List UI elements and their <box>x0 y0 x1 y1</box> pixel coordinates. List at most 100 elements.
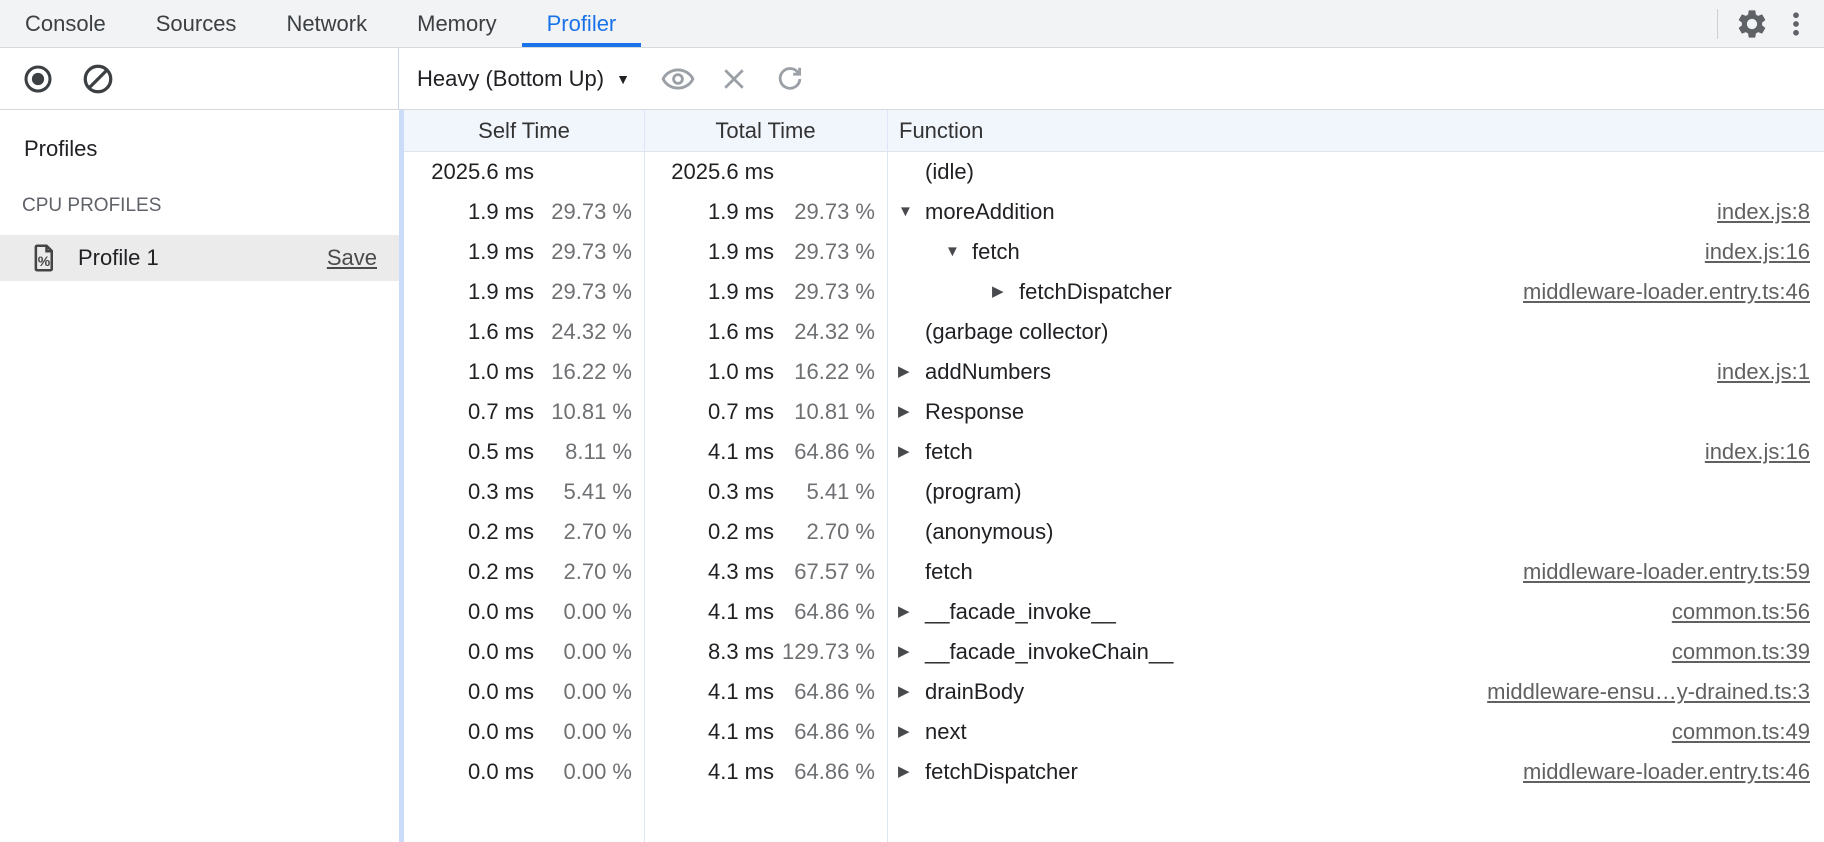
self-time-cell: 0.0 ms 0.00 % <box>404 632 644 672</box>
disclosure-triangle-icon[interactable]: ▶ <box>898 672 925 712</box>
self-time-ms: 1.6 ms <box>408 312 534 352</box>
refresh-icon[interactable] <box>768 57 812 101</box>
save-link[interactable]: Save <box>327 245 377 271</box>
function-name: (idle) <box>925 152 974 192</box>
total-time-ms: 8.3 ms <box>648 632 774 672</box>
total-time-percent: 64.86 % <box>774 672 887 712</box>
table-row[interactable]: 1.9 ms 29.73 % 1.9 ms 29.73 % ▼ moreAddi… <box>404 192 1824 232</box>
tab-console[interactable]: Console <box>0 0 131 47</box>
self-time-percent: 8.11 % <box>534 432 644 472</box>
total-time-ms: 1.9 ms <box>648 232 774 272</box>
source-link[interactable]: middleware-loader.entry.ts:46 <box>1523 752 1824 792</box>
total-time-cell: 1.0 ms 16.22 % <box>644 352 887 392</box>
table-row[interactable]: 1.6 ms 24.32 % 1.6 ms 24.32 % (garbage c… <box>404 312 1824 352</box>
tab-profiler[interactable]: Profiler <box>522 0 642 47</box>
total-time-ms: 1.0 ms <box>648 352 774 392</box>
disclosure-triangle-icon[interactable]: ▶ <box>898 352 925 392</box>
total-time-percent: 64.86 % <box>774 592 887 632</box>
table-row[interactable]: 0.7 ms 10.81 % 0.7 ms 10.81 % ▶ Response <box>404 392 1824 432</box>
cpu-profiles-section-label: CPU PROFILES <box>22 194 399 218</box>
kebab-menu-icon[interactable] <box>1774 2 1818 46</box>
total-time-cell: 0.2 ms 2.70 % <box>644 512 887 552</box>
clear-block-icon[interactable] <box>76 57 120 101</box>
self-time-percent <box>534 152 644 192</box>
table-row[interactable]: 0.2 ms 2.70 % 0.2 ms 2.70 % (anonymous) <box>404 512 1824 552</box>
record-icon[interactable] <box>16 57 60 101</box>
table-row[interactable]: 0.0 ms 0.00 % 4.1 ms 64.86 % ▶ __facade_… <box>404 592 1824 632</box>
close-icon[interactable] <box>712 57 756 101</box>
table-row[interactable]: 1.0 ms 16.22 % 1.0 ms 16.22 % ▶ addNumbe… <box>404 352 1824 392</box>
disclosure-triangle-icon[interactable]: ▶ <box>898 632 925 672</box>
source-link[interactable]: middleware-loader.entry.ts:46 <box>1523 272 1824 312</box>
column-header-self-time[interactable]: Self Time <box>404 110 644 151</box>
disclosure-triangle-icon[interactable]: ▶ <box>898 432 925 472</box>
source-link[interactable]: index.js:16 <box>1705 432 1824 472</box>
column-divider[interactable] <box>887 110 888 842</box>
sidebar-heading: Profiles <box>24 134 399 164</box>
profile-name: Profile 1 <box>78 245 159 271</box>
toolbar-divider <box>1717 9 1718 39</box>
column-header-total-time[interactable]: Total Time <box>644 110 887 151</box>
self-time-cell: 0.5 ms 8.11 % <box>404 432 644 472</box>
total-time-ms: 1.9 ms <box>648 272 774 312</box>
source-link[interactable]: middleware-loader.entry.ts:59 <box>1523 552 1824 592</box>
total-time-percent <box>774 152 887 192</box>
table-row[interactable]: 0.5 ms 8.11 % 4.1 ms 64.86 % ▶ fetch ind… <box>404 432 1824 472</box>
table-row[interactable]: 0.0 ms 0.00 % 4.1 ms 64.86 % ▶ next comm… <box>404 712 1824 752</box>
source-link[interactable]: index.js:8 <box>1717 192 1824 232</box>
self-time-percent: 0.00 % <box>534 712 644 752</box>
function-cell: ▶ fetchDispatcher middleware-loader.entr… <box>887 752 1824 792</box>
source-link[interactable]: index.js:16 <box>1705 232 1824 272</box>
tab-network[interactable]: Network <box>261 0 392 47</box>
eye-icon[interactable] <box>656 57 700 101</box>
source-link[interactable]: common.ts:39 <box>1672 632 1824 672</box>
function-cell: ▶ next common.ts:49 <box>887 712 1824 752</box>
disclosure-triangle-icon[interactable]: ▶ <box>992 272 1019 312</box>
source-link[interactable]: common.ts:49 <box>1672 712 1824 752</box>
total-time-percent: 64.86 % <box>774 712 887 752</box>
disclosure-triangle-icon[interactable]: ▶ <box>898 392 925 432</box>
table-row[interactable]: 0.0 ms 0.00 % 4.1 ms 64.86 % ▶ fetchDisp… <box>404 752 1824 792</box>
column-header-function[interactable]: Function <box>887 110 1824 151</box>
table-row[interactable]: 0.0 ms 0.00 % 4.1 ms 64.86 % ▶ drainBody… <box>404 672 1824 712</box>
total-time-percent: 64.86 % <box>774 432 887 472</box>
table-row[interactable]: 0.2 ms 2.70 % 4.3 ms 67.57 % fetch middl… <box>404 552 1824 592</box>
profile-view-dropdown[interactable]: Heavy (Bottom Up) ▼ <box>417 66 630 92</box>
column-divider[interactable] <box>644 110 645 842</box>
disclosure-triangle-icon[interactable]: ▼ <box>898 192 925 232</box>
function-name: (anonymous) <box>925 512 1053 552</box>
total-time-percent: 16.22 % <box>774 352 887 392</box>
total-time-cell: 0.3 ms 5.41 % <box>644 472 887 512</box>
tab-sources[interactable]: Sources <box>131 0 262 47</box>
source-link[interactable]: middleware-ensu…y-drained.ts:3 <box>1487 672 1824 712</box>
table-row[interactable]: 2025.6 ms 2025.6 ms (idle) <box>404 152 1824 192</box>
disclosure-triangle-icon[interactable]: ▶ <box>898 712 925 752</box>
table-row[interactable]: 0.0 ms 0.00 % 8.3 ms 129.73 % ▶ __facade… <box>404 632 1824 672</box>
total-time-percent: 24.32 % <box>774 312 887 352</box>
source-link[interactable]: common.ts:56 <box>1672 592 1824 632</box>
self-time-ms: 0.2 ms <box>408 512 534 552</box>
disclosure-triangle-icon[interactable]: ▶ <box>898 752 925 792</box>
table-row[interactable]: 1.9 ms 29.73 % 1.9 ms 29.73 % ▼ fetch in… <box>404 232 1824 272</box>
function-cell: (anonymous) <box>887 512 1824 552</box>
table-row[interactable]: 1.9 ms 29.73 % 1.9 ms 29.73 % ▶ fetchDis… <box>404 272 1824 312</box>
self-time-ms: 2025.6 ms <box>408 152 534 192</box>
self-time-cell: 1.9 ms 29.73 % <box>404 232 644 272</box>
total-time-cell: 1.6 ms 24.32 % <box>644 312 887 352</box>
self-time-percent: 5.41 % <box>534 472 644 512</box>
self-time-ms: 0.0 ms <box>408 712 534 752</box>
svg-text:%: % <box>38 253 51 269</box>
self-time-percent: 0.00 % <box>534 672 644 712</box>
total-time-cell: 1.9 ms 29.73 % <box>644 232 887 272</box>
disclosure-triangle-icon[interactable]: ▶ <box>898 592 925 632</box>
total-time-cell: 1.9 ms 29.73 % <box>644 192 887 232</box>
disclosure-triangle-icon[interactable]: ▼ <box>945 232 972 272</box>
self-time-ms: 0.3 ms <box>408 472 534 512</box>
table-row[interactable]: 0.3 ms 5.41 % 0.3 ms 5.41 % (program) <box>404 472 1824 512</box>
tab-memory[interactable]: Memory <box>392 0 521 47</box>
function-cell: fetch middleware-loader.entry.ts:59 <box>887 552 1824 592</box>
profile-list-item[interactable]: % Profile 1 Save <box>0 235 399 281</box>
source-link[interactable]: index.js:1 <box>1717 352 1824 392</box>
gear-icon[interactable] <box>1730 2 1774 46</box>
total-time-cell: 1.9 ms 29.73 % <box>644 272 887 312</box>
